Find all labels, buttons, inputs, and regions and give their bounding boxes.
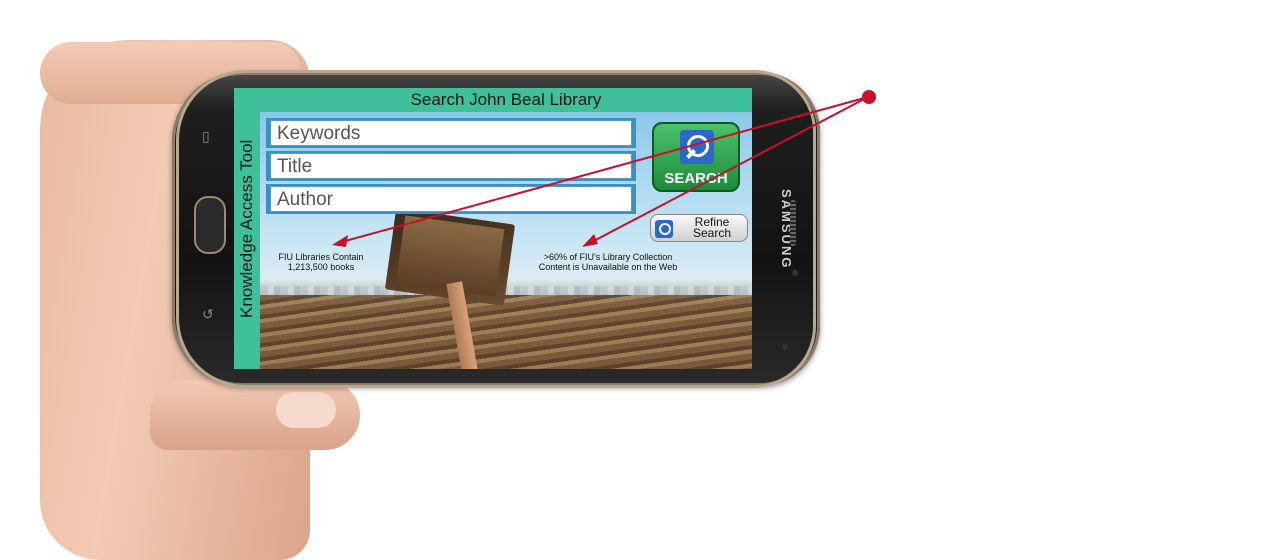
book-pile-image xyxy=(260,295,752,369)
back-icon[interactable]: ↺ xyxy=(202,306,214,323)
speaker-grille xyxy=(790,200,796,246)
thumb-nail xyxy=(276,392,336,428)
phone-screen: Knowledge Access Tool Search John Beal L… xyxy=(234,88,752,369)
header-title: Search John Beal Library xyxy=(260,88,752,112)
search-button-label: SEARCH xyxy=(664,170,728,187)
side-title: Knowledge Access Tool xyxy=(237,139,256,318)
author-input[interactable]: Author xyxy=(270,186,632,212)
caption-book-count-text: FIU Libraries Contain 1,213,500 books xyxy=(278,252,364,272)
recent-apps-icon[interactable]: ▯ xyxy=(202,128,210,145)
refine-search-button[interactable]: Refine Search xyxy=(650,214,748,242)
sensor xyxy=(782,344,788,350)
annotation-dot xyxy=(862,90,876,104)
keywords-input[interactable]: Keywords xyxy=(270,120,632,146)
magnifier-icon xyxy=(655,220,673,238)
title-input[interactable]: Title xyxy=(270,153,632,179)
refine-search-label: Refine Search xyxy=(692,215,732,240)
home-button[interactable] xyxy=(194,196,226,254)
magnifier-icon xyxy=(680,130,714,164)
caption-book-count: FIU Libraries Contain 1,213,500 books xyxy=(266,252,376,272)
caption-web-availability-text: >60% of FIU's Library Collection Content… xyxy=(538,252,678,272)
search-button[interactable]: SEARCH xyxy=(652,122,740,192)
sensor xyxy=(792,270,798,276)
caption-web-availability: >60% of FIU's Library Collection Content… xyxy=(518,252,698,272)
